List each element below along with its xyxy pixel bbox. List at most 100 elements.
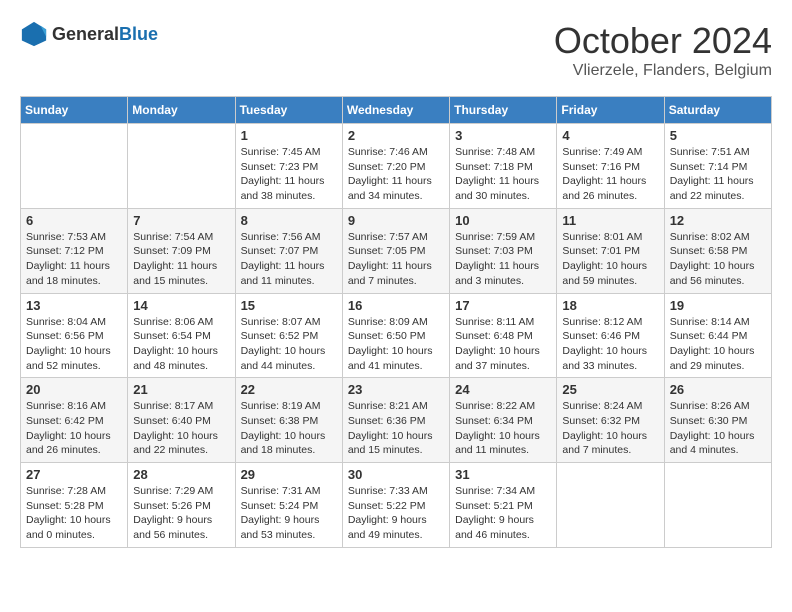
cell-sunrise-sunset-daylight: Sunrise: 7:48 AM Sunset: 7:18 PM Dayligh… xyxy=(455,145,551,204)
weekday-header: Thursday xyxy=(450,97,557,124)
cell-sunrise-sunset-daylight: Sunrise: 7:45 AM Sunset: 7:23 PM Dayligh… xyxy=(241,145,337,204)
calendar-cell: 13 Sunrise: 8:04 AM Sunset: 6:56 PM Dayli… xyxy=(21,293,128,378)
cell-sunrise-sunset-daylight: Sunrise: 7:49 AM Sunset: 7:16 PM Dayligh… xyxy=(562,145,658,204)
logo-text-general: General xyxy=(52,24,119,44)
calendar-cell xyxy=(664,463,771,548)
calendar-cell xyxy=(557,463,664,548)
day-number: 9 xyxy=(348,213,444,228)
weekday-header-row: SundayMondayTuesdayWednesdayThursdayFrid… xyxy=(21,97,772,124)
day-number: 26 xyxy=(670,382,766,397)
calendar-cell xyxy=(128,124,235,209)
cell-sunrise-sunset-daylight: Sunrise: 7:56 AM Sunset: 7:07 PM Dayligh… xyxy=(241,230,337,289)
cell-sunrise-sunset-daylight: Sunrise: 8:09 AM Sunset: 6:50 PM Dayligh… xyxy=(348,315,444,374)
calendar-cell: 21 Sunrise: 8:17 AM Sunset: 6:40 PM Dayli… xyxy=(128,378,235,463)
cell-sunrise-sunset-daylight: Sunrise: 8:07 AM Sunset: 6:52 PM Dayligh… xyxy=(241,315,337,374)
day-number: 27 xyxy=(26,467,122,482)
calendar-table: SundayMondayTuesdayWednesdayThursdayFrid… xyxy=(20,96,772,548)
day-number: 28 xyxy=(133,467,229,482)
cell-sunrise-sunset-daylight: Sunrise: 7:29 AM Sunset: 5:26 PM Dayligh… xyxy=(133,484,229,543)
day-number: 15 xyxy=(241,298,337,313)
cell-sunrise-sunset-daylight: Sunrise: 8:11 AM Sunset: 6:48 PM Dayligh… xyxy=(455,315,551,374)
day-number: 5 xyxy=(670,128,766,143)
calendar-cell: 22 Sunrise: 8:19 AM Sunset: 6:38 PM Dayli… xyxy=(235,378,342,463)
cell-sunrise-sunset-daylight: Sunrise: 8:24 AM Sunset: 6:32 PM Dayligh… xyxy=(562,399,658,458)
weekday-header: Monday xyxy=(128,97,235,124)
calendar-cell: 5 Sunrise: 7:51 AM Sunset: 7:14 PM Daylig… xyxy=(664,124,771,209)
calendar-cell: 15 Sunrise: 8:07 AM Sunset: 6:52 PM Dayli… xyxy=(235,293,342,378)
calendar-week-row: 1Sunrise: 7:45 AM Sunset: 7:23 PM Daylig… xyxy=(21,124,772,209)
cell-sunrise-sunset-daylight: Sunrise: 8:16 AM Sunset: 6:42 PM Dayligh… xyxy=(26,399,122,458)
day-number: 25 xyxy=(562,382,658,397)
day-number: 22 xyxy=(241,382,337,397)
day-number: 2 xyxy=(348,128,444,143)
day-number: 13 xyxy=(26,298,122,313)
logo: GeneralBlue xyxy=(20,20,158,48)
calendar-cell: 6Sunrise: 7:53 AM Sunset: 7:12 PM Daylig… xyxy=(21,208,128,293)
calendar-cell: 8 Sunrise: 7:56 AM Sunset: 7:07 PM Daylig… xyxy=(235,208,342,293)
day-number: 7 xyxy=(133,213,229,228)
day-number: 21 xyxy=(133,382,229,397)
day-number: 31 xyxy=(455,467,551,482)
cell-sunrise-sunset-daylight: Sunrise: 7:54 AM Sunset: 7:09 PM Dayligh… xyxy=(133,230,229,289)
calendar-cell: 2 Sunrise: 7:46 AM Sunset: 7:20 PM Daylig… xyxy=(342,124,449,209)
day-number: 29 xyxy=(241,467,337,482)
calendar-cell: 1Sunrise: 7:45 AM Sunset: 7:23 PM Daylig… xyxy=(235,124,342,209)
day-number: 30 xyxy=(348,467,444,482)
calendar-week-row: 6Sunrise: 7:53 AM Sunset: 7:12 PM Daylig… xyxy=(21,208,772,293)
weekday-header: Friday xyxy=(557,97,664,124)
calendar-cell: 19 Sunrise: 8:14 AM Sunset: 6:44 PM Dayli… xyxy=(664,293,771,378)
cell-sunrise-sunset-daylight: Sunrise: 8:02 AM Sunset: 6:58 PM Dayligh… xyxy=(670,230,766,289)
calendar-cell: 18Sunrise: 8:12 AM Sunset: 6:46 PM Dayli… xyxy=(557,293,664,378)
calendar-cell: 31Sunrise: 7:34 AM Sunset: 5:21 PM Dayli… xyxy=(450,463,557,548)
day-number: 17 xyxy=(455,298,551,313)
cell-sunrise-sunset-daylight: Sunrise: 7:28 AM Sunset: 5:28 PM Dayligh… xyxy=(26,484,122,543)
day-number: 12 xyxy=(670,213,766,228)
calendar-week-row: 27 Sunrise: 7:28 AM Sunset: 5:28 PM Dayli… xyxy=(21,463,772,548)
logo-text-blue: Blue xyxy=(119,24,158,44)
cell-sunrise-sunset-daylight: Sunrise: 7:31 AM Sunset: 5:24 PM Dayligh… xyxy=(241,484,337,543)
day-number: 23 xyxy=(348,382,444,397)
day-number: 19 xyxy=(670,298,766,313)
cell-sunrise-sunset-daylight: Sunrise: 8:21 AM Sunset: 6:36 PM Dayligh… xyxy=(348,399,444,458)
day-number: 14 xyxy=(133,298,229,313)
calendar-cell: 11Sunrise: 8:01 AM Sunset: 7:01 PM Dayli… xyxy=(557,208,664,293)
calendar-cell: 27 Sunrise: 7:28 AM Sunset: 5:28 PM Dayli… xyxy=(21,463,128,548)
cell-sunrise-sunset-daylight: Sunrise: 8:26 AM Sunset: 6:30 PM Dayligh… xyxy=(670,399,766,458)
day-number: 8 xyxy=(241,213,337,228)
cell-sunrise-sunset-daylight: Sunrise: 8:04 AM Sunset: 6:56 PM Dayligh… xyxy=(26,315,122,374)
calendar-cell: 16 Sunrise: 8:09 AM Sunset: 6:50 PM Dayli… xyxy=(342,293,449,378)
title-section: October 2024 Vlierzele, Flanders, Belgiu… xyxy=(554,20,772,80)
cell-sunrise-sunset-daylight: Sunrise: 8:17 AM Sunset: 6:40 PM Dayligh… xyxy=(133,399,229,458)
cell-sunrise-sunset-daylight: Sunrise: 8:06 AM Sunset: 6:54 PM Dayligh… xyxy=(133,315,229,374)
cell-sunrise-sunset-daylight: Sunrise: 8:14 AM Sunset: 6:44 PM Dayligh… xyxy=(670,315,766,374)
day-number: 20 xyxy=(26,382,122,397)
month-title: October 2024 xyxy=(554,20,772,62)
calendar-cell: 20 Sunrise: 8:16 AM Sunset: 6:42 PM Dayli… xyxy=(21,378,128,463)
cell-sunrise-sunset-daylight: Sunrise: 8:12 AM Sunset: 6:46 PM Dayligh… xyxy=(562,315,658,374)
weekday-header: Tuesday xyxy=(235,97,342,124)
cell-sunrise-sunset-daylight: Sunrise: 7:57 AM Sunset: 7:05 PM Dayligh… xyxy=(348,230,444,289)
cell-sunrise-sunset-daylight: Sunrise: 7:33 AM Sunset: 5:22 PM Dayligh… xyxy=(348,484,444,543)
calendar-cell: 24Sunrise: 8:22 AM Sunset: 6:34 PM Dayli… xyxy=(450,378,557,463)
calendar-cell: 29 Sunrise: 7:31 AM Sunset: 5:24 PM Dayli… xyxy=(235,463,342,548)
location: Vlierzele, Flanders, Belgium xyxy=(554,62,772,80)
calendar-week-row: 13 Sunrise: 8:04 AM Sunset: 6:56 PM Dayli… xyxy=(21,293,772,378)
weekday-header: Saturday xyxy=(664,97,771,124)
day-number: 16 xyxy=(348,298,444,313)
cell-sunrise-sunset-daylight: Sunrise: 7:53 AM Sunset: 7:12 PM Dayligh… xyxy=(26,230,122,289)
cell-sunrise-sunset-daylight: Sunrise: 7:46 AM Sunset: 7:20 PM Dayligh… xyxy=(348,145,444,204)
calendar-cell: 14 Sunrise: 8:06 AM Sunset: 6:54 PM Dayli… xyxy=(128,293,235,378)
calendar-cell: 12 Sunrise: 8:02 AM Sunset: 6:58 PM Dayli… xyxy=(664,208,771,293)
calendar-cell: 17 Sunrise: 8:11 AM Sunset: 6:48 PM Dayli… xyxy=(450,293,557,378)
calendar-cell: 7 Sunrise: 7:54 AM Sunset: 7:09 PM Daylig… xyxy=(128,208,235,293)
cell-sunrise-sunset-daylight: Sunrise: 7:59 AM Sunset: 7:03 PM Dayligh… xyxy=(455,230,551,289)
cell-sunrise-sunset-daylight: Sunrise: 7:51 AM Sunset: 7:14 PM Dayligh… xyxy=(670,145,766,204)
calendar-cell: 26 Sunrise: 8:26 AM Sunset: 6:30 PM Dayli… xyxy=(664,378,771,463)
cell-sunrise-sunset-daylight: Sunrise: 8:19 AM Sunset: 6:38 PM Dayligh… xyxy=(241,399,337,458)
calendar-week-row: 20 Sunrise: 8:16 AM Sunset: 6:42 PM Dayli… xyxy=(21,378,772,463)
calendar-cell: 23 Sunrise: 8:21 AM Sunset: 6:36 PM Dayli… xyxy=(342,378,449,463)
calendar-cell xyxy=(21,124,128,209)
day-number: 11 xyxy=(562,213,658,228)
day-number: 4 xyxy=(562,128,658,143)
weekday-header: Sunday xyxy=(21,97,128,124)
